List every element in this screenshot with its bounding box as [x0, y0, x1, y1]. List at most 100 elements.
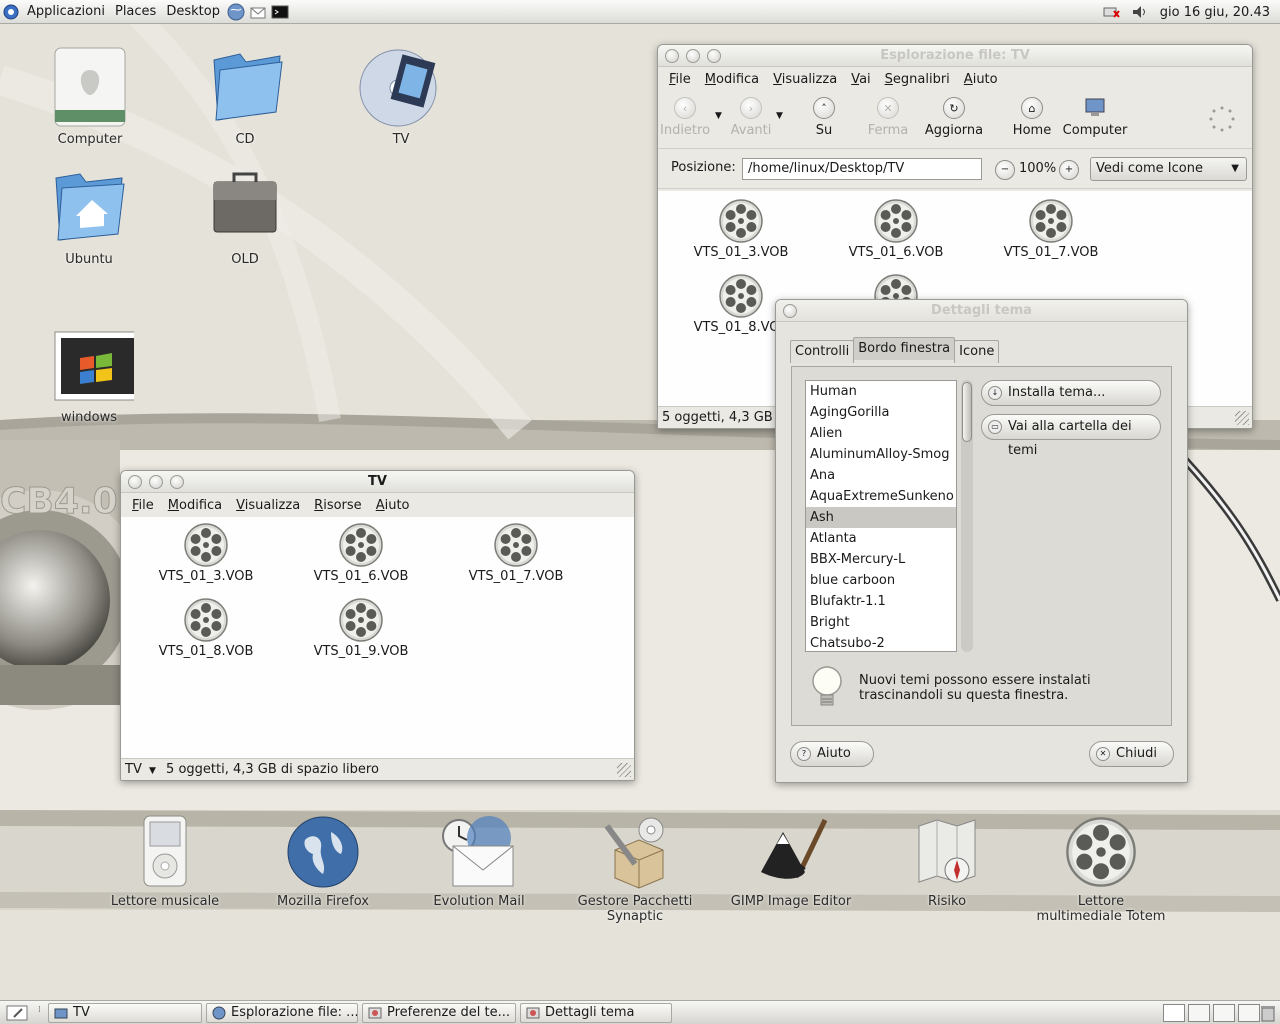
menu-places[interactable]: Places: [110, 0, 161, 24]
menu-file[interactable]: File: [662, 72, 698, 87]
trash-icon[interactable]: [1260, 1004, 1276, 1024]
scrollbar-thumb[interactable]: [962, 382, 972, 442]
workspace-3[interactable]: [1213, 1004, 1235, 1022]
task-theme-preferences[interactable]: Preferenze del te...: [362, 1003, 516, 1023]
help-button[interactable]: ? Aiuto: [790, 741, 874, 767]
list-item[interactable]: blue carboon: [806, 570, 956, 591]
menu-vai[interactable]: Vai: [844, 72, 877, 87]
task-tv[interactable]: TV: [48, 1003, 202, 1023]
dock-item-music-player[interactable]: Lettore musicale: [100, 812, 230, 909]
maximize-button[interactable]: [707, 49, 721, 63]
menu-modifica[interactable]: Modifica: [698, 72, 766, 87]
terminal-launcher-icon[interactable]: [271, 3, 289, 21]
list-item[interactable]: Atlanta: [806, 528, 956, 549]
tv-titlebar[interactable]: TV: [121, 471, 634, 493]
desktop-icon-computer[interactable]: Computer: [35, 40, 145, 147]
workspace-2[interactable]: [1188, 1004, 1210, 1022]
list-item[interactable]: Bright: [806, 612, 956, 633]
file-item[interactable]: VTS_01_9.VOB: [296, 596, 426, 659]
forward-dropdown-icon[interactable]: ▼: [776, 111, 783, 121]
desktop-icon-cd[interactable]: CD: [190, 40, 300, 147]
list-item[interactable]: AquaExtremeSunkeno: [806, 486, 956, 507]
status-location[interactable]: TV: [125, 762, 142, 777]
dock-item-synaptic[interactable]: Gestore Pacchetti Synaptic: [570, 812, 700, 924]
dock-item-gimp[interactable]: GIMP Image Editor: [726, 812, 856, 909]
close-button[interactable]: [783, 304, 797, 318]
menu-desktop[interactable]: Desktop: [161, 0, 225, 24]
dock-item-totem[interactable]: Lettore multimediale Totem: [1036, 812, 1166, 924]
desktop-icon-old[interactable]: OLD: [190, 160, 300, 267]
dock-item-firefox[interactable]: Mozilla Firefox: [258, 812, 388, 909]
close-button[interactable]: [665, 49, 679, 63]
file-item[interactable]: VTS_01_3.VOB: [141, 521, 271, 584]
menu-aiuto[interactable]: Aiuto: [957, 72, 1005, 87]
list-item[interactable]: Ana: [806, 465, 956, 486]
minimize-button[interactable]: [686, 49, 700, 63]
network-disconnected-icon[interactable]: [1102, 3, 1120, 21]
menu-segnalibri[interactable]: Segnalibri: [878, 72, 957, 87]
back-dropdown-icon[interactable]: ▼: [715, 111, 722, 121]
stop-button[interactable]: ✕ Ferma: [866, 97, 910, 138]
zoom-out-icon[interactable]: −: [995, 160, 1015, 180]
view-mode-select[interactable]: Vedi come Icone ▼: [1090, 157, 1247, 181]
menu-visualizza[interactable]: Visualizza: [229, 498, 307, 513]
dock-item-risiko[interactable]: Risiko: [882, 812, 1012, 909]
task-separator-handle[interactable]: ⁞: [38, 1005, 41, 1015]
task-theme-details[interactable]: Dettagli tema: [520, 1003, 672, 1023]
list-item[interactable]: Blufaktr-1.1: [806, 591, 956, 612]
list-scrollbar[interactable]: [961, 380, 973, 652]
clock[interactable]: gio 16 giu, 20.43: [1156, 5, 1274, 20]
resize-grip[interactable]: [617, 763, 631, 777]
theme-folder-button[interactable]: ▭ Vai alla cartella dei temi: [981, 414, 1161, 458]
tab-icone[interactable]: Icone: [954, 340, 1000, 363]
up-button[interactable]: ˄ Su: [804, 97, 844, 138]
back-button[interactable]: ‹ Indietro: [660, 97, 710, 138]
menu-risorse[interactable]: Risorse: [307, 498, 369, 513]
show-desktop-icon[interactable]: [6, 1004, 32, 1024]
desktop-icon-tv[interactable]: TV: [346, 40, 456, 147]
workspace-switcher[interactable]: [1163, 1004, 1260, 1022]
tab-bordo-finestra[interactable]: Bordo finestra: [853, 337, 956, 360]
minimize-button[interactable]: [149, 475, 163, 489]
chevron-down-icon[interactable]: ▼: [149, 766, 156, 776]
desktop-icon-windows[interactable]: windows: [34, 318, 144, 425]
file-item[interactable]: VTS_01_7.VOB: [451, 521, 581, 584]
close-button[interactable]: [128, 475, 142, 489]
file-item[interactable]: VTS_01_8.VOB: [141, 596, 271, 659]
volume-icon[interactable]: [1130, 3, 1148, 21]
forward-button[interactable]: › Avanti: [726, 97, 776, 138]
task-file-browser[interactable]: Esplorazione file: ...: [206, 1003, 358, 1023]
ubuntu-logo-icon[interactable]: [2, 3, 20, 21]
dock-item-evolution[interactable]: Evolution Mail: [414, 812, 544, 909]
menu-modifica[interactable]: Modifica: [161, 498, 229, 513]
maximize-button[interactable]: [170, 475, 184, 489]
file-browser-titlebar[interactable]: Esplorazione file: TV: [658, 45, 1252, 67]
mail-launcher-icon[interactable]: [249, 3, 267, 21]
list-item[interactable]: BBX-Mercury-L: [806, 549, 956, 570]
menu-aiuto[interactable]: Aiuto: [369, 498, 417, 513]
list-item[interactable]: AgingGorilla: [806, 402, 956, 423]
resize-grip[interactable]: [1235, 411, 1249, 425]
zoom-in-icon[interactable]: +: [1059, 160, 1079, 180]
zoom-level[interactable]: 100%: [1019, 161, 1056, 176]
tab-controlli[interactable]: Controlli: [790, 340, 855, 363]
menu-visualizza[interactable]: Visualizza: [766, 72, 844, 87]
workspace-4[interactable]: [1238, 1004, 1260, 1022]
close-dialog-button[interactable]: ✕ Chiudi: [1089, 741, 1174, 767]
file-item[interactable]: VTS_01_6.VOB: [831, 197, 961, 260]
menu-applicazioni[interactable]: Applicazioni: [22, 0, 110, 24]
dialog-titlebar[interactable]: Dettagli tema: [776, 300, 1187, 322]
install-theme-button[interactable]: ↓ Installa tema...: [981, 380, 1161, 406]
file-item[interactable]: VTS_01_6.VOB: [296, 521, 426, 584]
theme-list[interactable]: Human AgingGorilla Alien AluminumAlloy-S…: [805, 380, 957, 652]
workspace-1[interactable]: [1163, 1004, 1185, 1022]
list-item[interactable]: Human: [806, 381, 956, 402]
list-item[interactable]: Alien: [806, 423, 956, 444]
reload-button[interactable]: ↻ Aggiorna: [924, 97, 984, 138]
location-input[interactable]: /home/linux/Desktop/TV: [742, 158, 982, 180]
desktop-icon-ubuntu[interactable]: Ubuntu: [34, 160, 144, 267]
browser-launcher-icon[interactable]: [227, 3, 245, 21]
list-item[interactable]: AluminumAlloy-Smog: [806, 444, 956, 465]
home-button[interactable]: ⌂ Home: [1010, 97, 1054, 138]
file-item[interactable]: VTS_01_7.VOB: [986, 197, 1116, 260]
